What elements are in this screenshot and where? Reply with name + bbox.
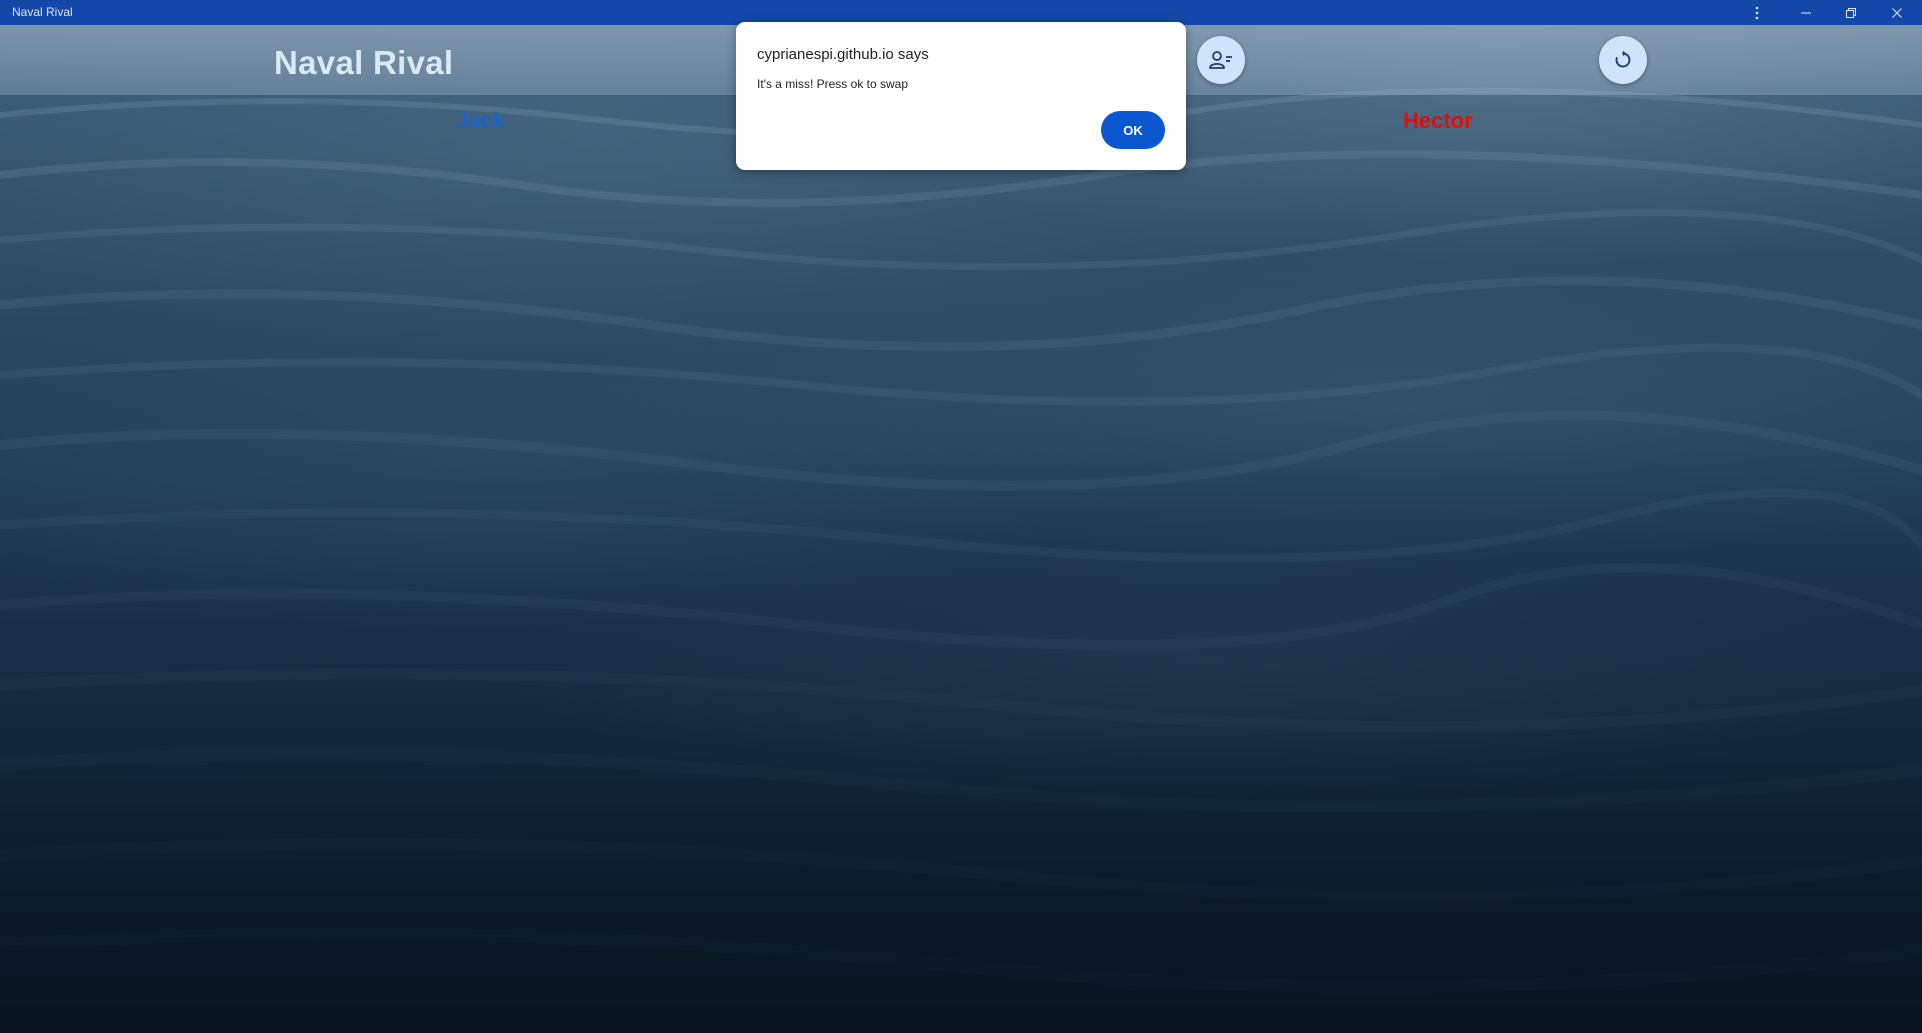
window-title: Naval Rival [12, 5, 73, 19]
players-button[interactable] [1197, 36, 1245, 84]
dialog-message: It's a miss! Press ok to swap [757, 77, 909, 91]
kebab-menu-icon[interactable] [1735, 0, 1779, 25]
player-right-name: Hector [1403, 108, 1473, 133]
restart-button[interactable] [1599, 36, 1647, 84]
minimize-icon[interactable] [1784, 0, 1828, 25]
restart-icon [1615, 50, 1631, 68]
dialog-title: cyprianespi.github.io says [757, 46, 929, 63]
close-icon[interactable] [1875, 0, 1919, 25]
ok-button[interactable]: OK [1101, 111, 1165, 149]
ocean-background [0, 25, 1922, 1033]
wave-texture [0, 87, 1922, 994]
alert-dialog: cyprianespi.github.io says It's a miss! … [736, 22, 1186, 170]
game-title: Naval Rival [274, 44, 454, 81]
player-left-name: Jack [456, 108, 505, 133]
restore-icon[interactable] [1829, 0, 1873, 25]
app-window: Naval Rival Naval Rival Jack Hector cypr… [0, 0, 1922, 1033]
user-edit-icon [1209, 51, 1232, 69]
